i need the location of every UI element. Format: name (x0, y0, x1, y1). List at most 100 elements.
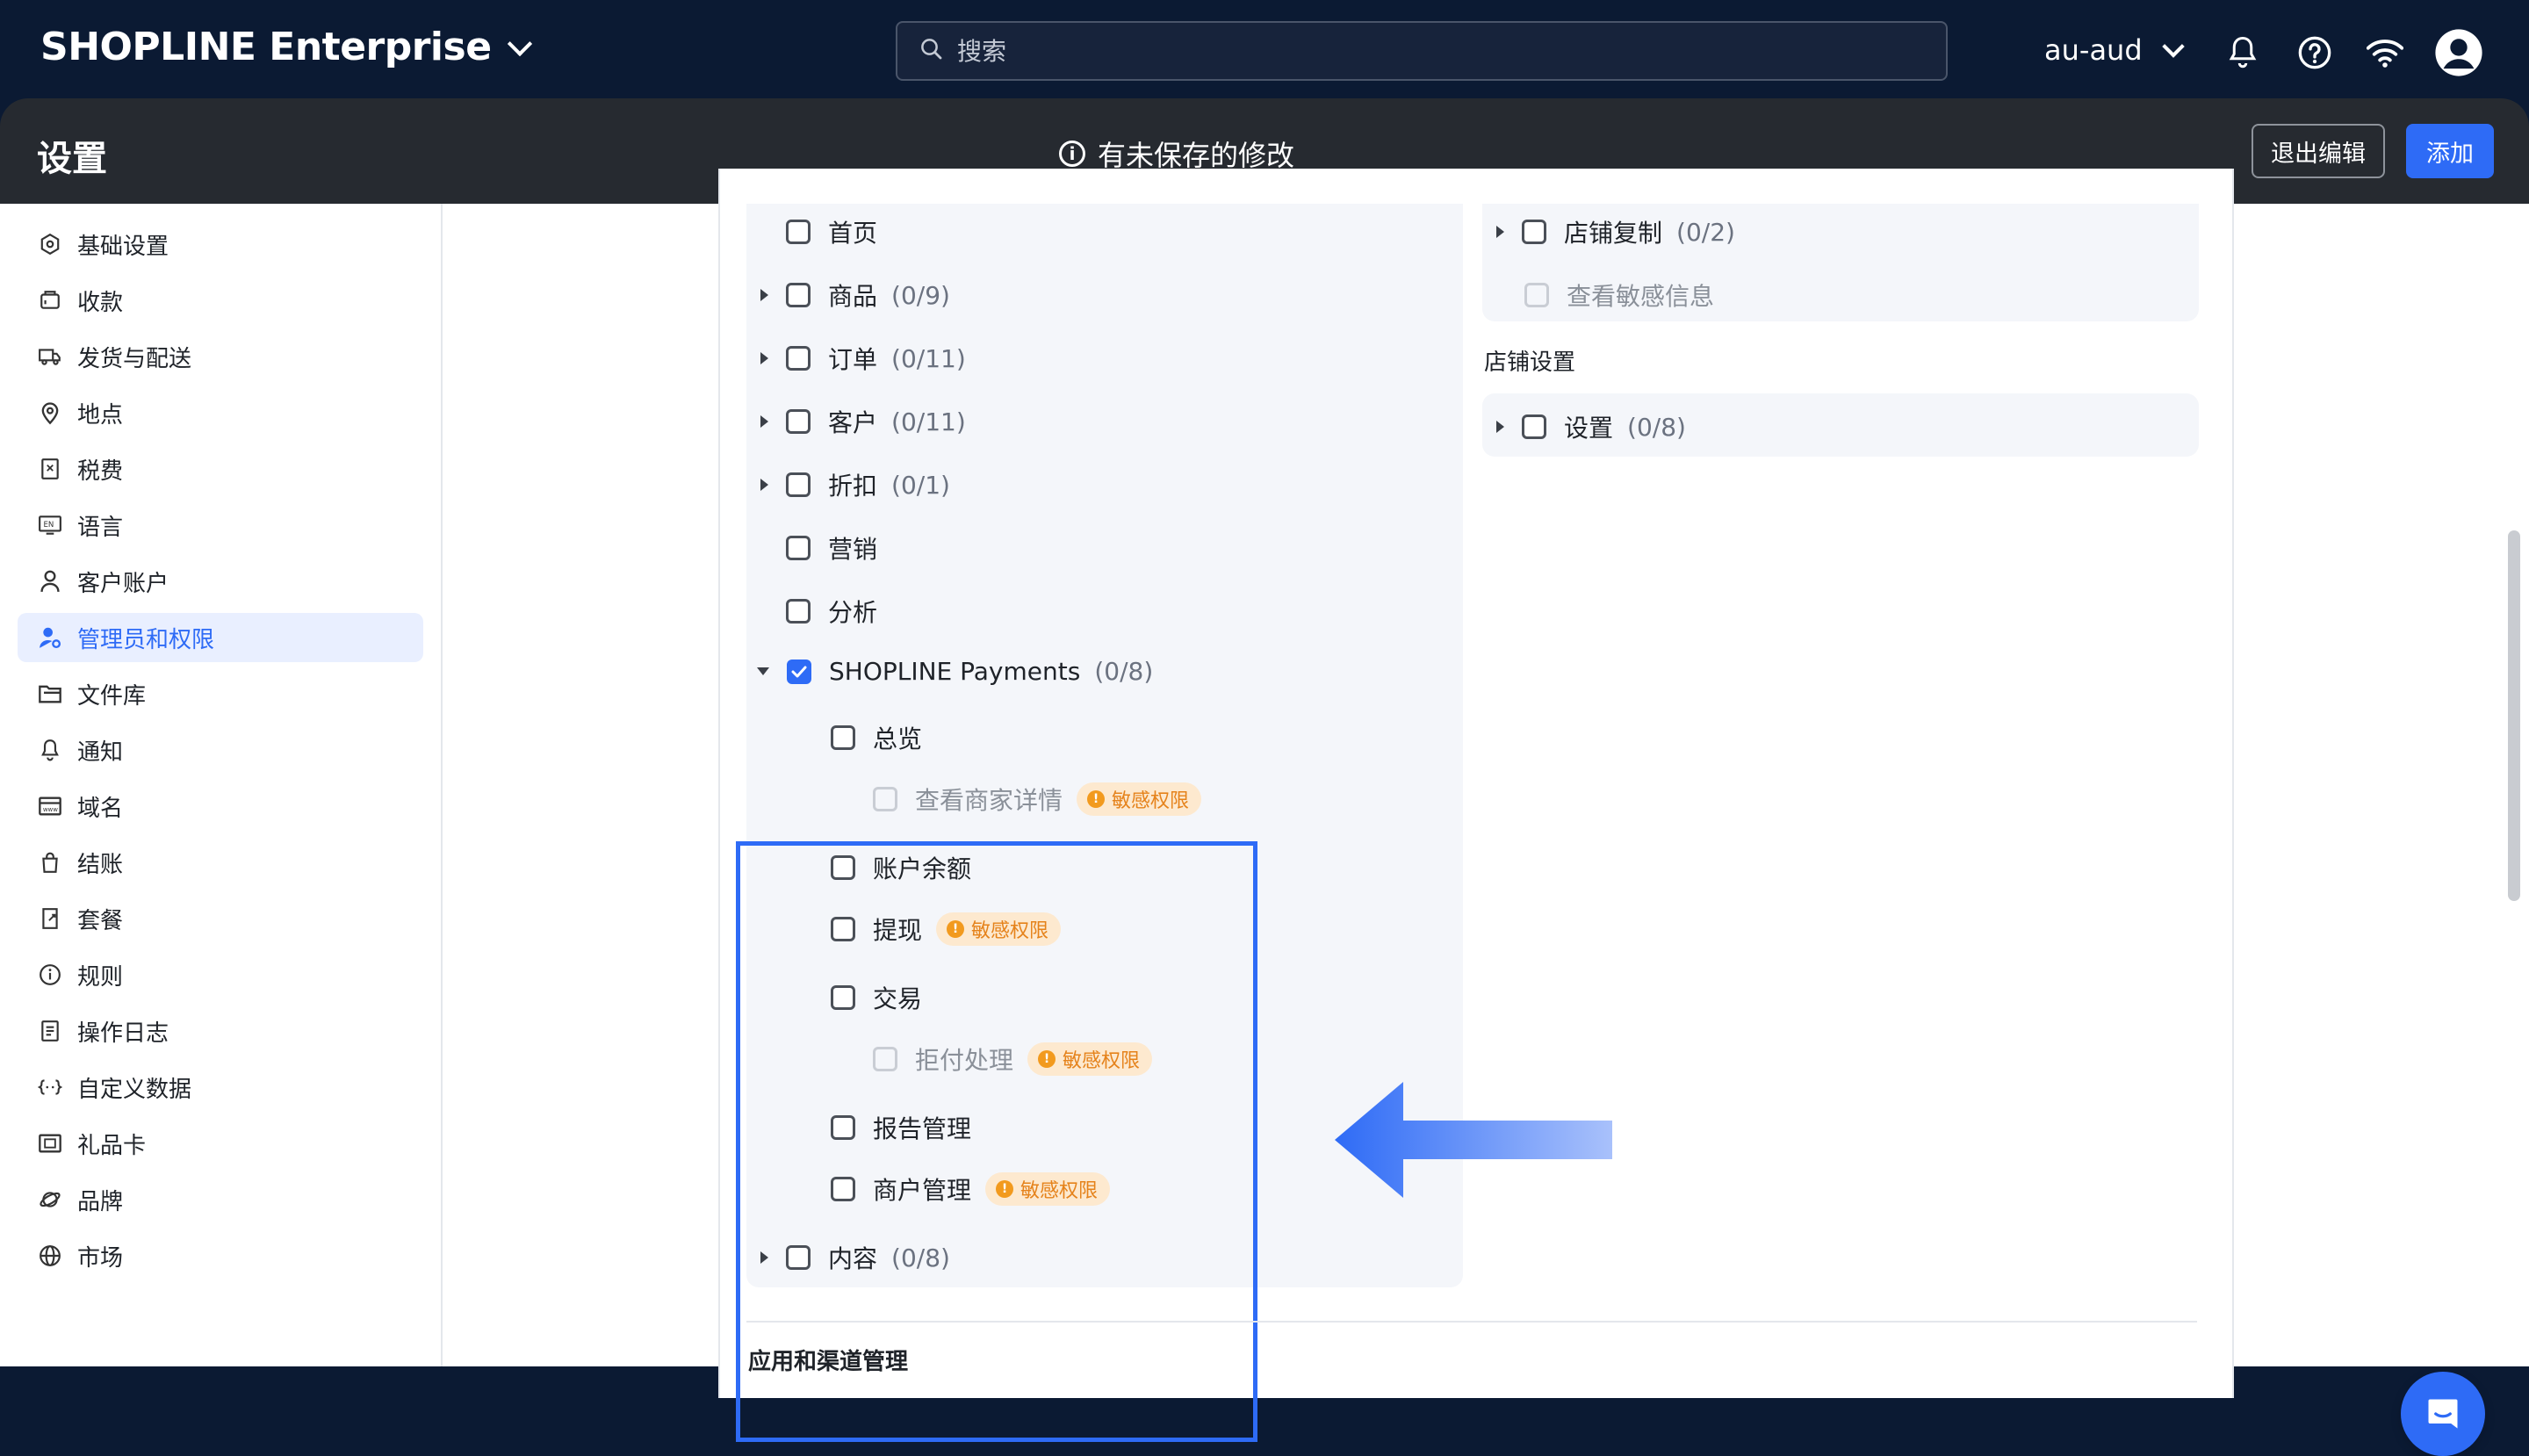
store-settings-heading: 店铺设置 (1484, 350, 1576, 376)
sidebar-item-label: 结账 (77, 851, 124, 878)
check-icon (791, 666, 807, 677)
permission-row-customers[interactable]: 客户 (0/11) (760, 404, 966, 439)
sensitive-badge: ! 敏感权限 (1077, 782, 1202, 816)
sidebar-item-label: 市场 (77, 1244, 124, 1272)
sidebar-item-label: 规则 (77, 963, 124, 991)
permission-row-analytics[interactable]: 分析 (760, 594, 877, 629)
permission-row-settings[interactable]: 设置 (0/8) (1496, 409, 1686, 444)
sidebar-item-shipping[interactable]: 发货与配送 (18, 332, 423, 381)
permission-checkbox[interactable] (786, 283, 811, 307)
warning-icon: ! (1087, 790, 1106, 808)
location-icon (37, 400, 63, 426)
permission-checkbox-checked[interactable] (787, 659, 811, 684)
collapse-caret-icon[interactable] (757, 667, 769, 675)
sidebar-item-custom-data[interactable]: 自定义数据 (18, 1063, 423, 1112)
sidebar-item-label: 语言 (77, 514, 124, 541)
sidebar-item-gift-cards[interactable]: 礼品卡 (18, 1119, 423, 1168)
sidebar-item-brands[interactable]: 品牌 (18, 1175, 423, 1224)
sidebar-item-label: 操作日志 (77, 1020, 169, 1047)
permission-checkbox-disabled (1524, 283, 1549, 307)
permission-row-home[interactable]: 首页 (760, 214, 877, 249)
language-icon: EN (37, 512, 63, 538)
permission-row-marketing[interactable]: 营销 (760, 530, 877, 566)
exit-edit-button[interactable]: 退出编辑 (2252, 124, 2385, 178)
permission-checkbox-disabled (873, 787, 897, 811)
permission-checkbox[interactable] (786, 599, 811, 623)
expand-caret-icon[interactable] (760, 352, 768, 364)
brand-logo: SHOPLINE Enterprise (40, 25, 492, 69)
sidebar-item-payments[interactable]: 收款 (18, 276, 423, 325)
permission-row-view-sensitive-info: 查看敏感信息 (1524, 278, 1714, 313)
bag-icon (37, 849, 63, 876)
main-area: 基础设置 收款 发货与配送 地点 税费 EN 语言 客户账户 管理员和权限 文件… (0, 169, 2529, 1456)
scrollbar-thumb[interactable] (2508, 530, 2520, 901)
sidebar-item-languages[interactable]: EN 语言 (18, 501, 423, 550)
plan-icon (37, 905, 63, 932)
permission-checkbox[interactable] (1522, 414, 1546, 439)
sidebar-item-basic-settings[interactable]: 基础设置 (18, 220, 423, 269)
search-icon (919, 36, 945, 66)
sidebar-item-label: 客户账户 (77, 570, 169, 597)
admin-icon (37, 624, 63, 651)
add-button[interactable]: 添加 (2406, 124, 2494, 178)
expand-caret-icon[interactable] (1496, 226, 1504, 238)
sidebar-item-label: 品牌 (77, 1188, 124, 1215)
search-input[interactable] (955, 35, 1837, 67)
permission-row-discounts[interactable]: 折扣 (0/1) (760, 467, 950, 502)
chevron-down-icon (2161, 35, 2185, 58)
chevron-down-icon (507, 31, 532, 56)
pointer-arrow-icon (1335, 1082, 1612, 1198)
sidebar-item-locations[interactable]: 地点 (18, 388, 423, 437)
sidebar-item-activity-log[interactable]: 操作日志 (18, 1006, 423, 1056)
permission-checkbox[interactable] (1522, 220, 1546, 244)
sidebar-item-label: 发货与配送 (77, 345, 192, 372)
sidebar-item-admins-permissions[interactable]: 管理员和权限 (18, 613, 423, 662)
sidebar-item-rules[interactable]: 规则 (18, 950, 423, 999)
expand-caret-icon[interactable] (760, 289, 768, 301)
sidebar-item-markets[interactable]: 市场 (18, 1231, 423, 1280)
help-icon[interactable] (2295, 33, 2334, 72)
permission-row-shopline-payments[interactable]: SHOPLINE Payments (0/8) (757, 657, 1153, 686)
sidebar-item-plans[interactable]: 套餐 (18, 894, 423, 943)
svg-text:www: www (43, 806, 58, 813)
code-icon (37, 1074, 63, 1100)
permission-row-products[interactable]: 商品 (0/9) (760, 278, 950, 313)
sidebar-item-label: 套餐 (77, 907, 124, 934)
permission-row-orders[interactable]: 订单 (0/11) (760, 341, 966, 376)
search-box[interactable] (896, 21, 1948, 81)
permission-checkbox[interactable] (786, 346, 811, 371)
avatar-icon[interactable] (2432, 26, 2485, 79)
chat-support-button[interactable] (2401, 1372, 2485, 1456)
gift-card-icon (37, 1130, 63, 1157)
expand-caret-icon[interactable] (760, 479, 768, 491)
sidebar-item-files[interactable]: 文件库 (18, 669, 423, 718)
tax-icon (37, 456, 63, 482)
svg-text:EN: EN (43, 521, 54, 530)
store-name: au-aud (2044, 33, 2143, 67)
brand-switcher[interactable]: SHOPLINE Enterprise (40, 25, 532, 69)
log-icon (37, 1018, 63, 1044)
truck-icon (37, 343, 63, 370)
bell-icon[interactable] (2223, 33, 2262, 72)
sidebar-item-label: 文件库 (77, 682, 147, 710)
permission-checkbox[interactable] (786, 536, 811, 560)
permission-checkbox[interactable] (786, 472, 811, 497)
wifi-icon[interactable] (2366, 33, 2404, 72)
sidebar-item-notifications[interactable]: 通知 (18, 725, 423, 775)
store-switcher[interactable]: au-aud (2044, 33, 2185, 67)
permission-checkbox[interactable] (786, 409, 811, 434)
permission-row-store-copy[interactable]: 店铺复制 (0/2) (1496, 214, 1735, 249)
sidebar-item-domains[interactable]: www 域名 (18, 782, 423, 831)
top-bar: SHOPLINE Enterprise au-aud (0, 0, 2529, 102)
permission-checkbox[interactable] (831, 725, 855, 750)
expand-caret-icon[interactable] (1496, 421, 1504, 433)
permission-row-overview[interactable]: 总览 (831, 720, 922, 755)
sidebar-item-label: 域名 (77, 795, 124, 822)
expand-caret-icon[interactable] (760, 415, 768, 428)
chat-icon (2428, 1399, 2458, 1429)
sidebar-item-customer-accounts[interactable]: 客户账户 (18, 557, 423, 606)
permission-checkbox[interactable] (786, 220, 811, 244)
sidebar-item-taxes[interactable]: 税费 (18, 444, 423, 494)
bell-icon (37, 737, 63, 763)
sidebar-item-checkout[interactable]: 结账 (18, 838, 423, 887)
